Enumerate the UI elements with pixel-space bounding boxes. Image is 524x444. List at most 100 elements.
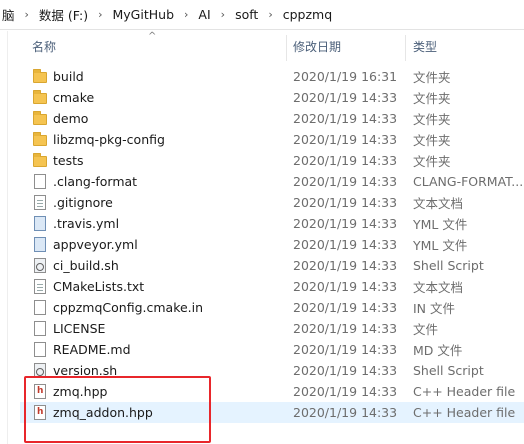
file-name: libzmq-pkg-config [53, 132, 165, 147]
column-header-row: ^ 名称 修改日期 类型 [20, 31, 524, 63]
text-file-icon [32, 194, 48, 211]
file-date-modified: 2020/1/19 14:33 [293, 384, 398, 399]
file-name: tests [53, 153, 84, 168]
folder-icon [32, 131, 48, 148]
file-name: CMakeLists.txt [53, 279, 145, 294]
file-row[interactable]: .gitignore 2020/1/19 14:33 文本文档 [20, 192, 524, 213]
file-type: 文本文档 [413, 196, 464, 211]
file-type: YML 文件 [413, 238, 468, 253]
shell-script-icon [32, 257, 48, 274]
file-name: .gitignore [53, 195, 113, 210]
column-divider[interactable] [405, 35, 406, 61]
folder-icon [32, 68, 48, 85]
file-row[interactable]: tests 2020/1/19 14:33 文件夹 [20, 150, 524, 171]
file-date-modified: 2020/1/19 14:33 [293, 258, 398, 273]
file-row[interactable]: libzmq-pkg-config 2020/1/19 14:33 文件夹 [20, 129, 524, 150]
file-row[interactable]: appveyor.yml 2020/1/19 14:33 YML 文件 [20, 234, 524, 255]
navigation-pane-edge [0, 31, 8, 444]
file-name: build [53, 69, 84, 84]
chevron-right-icon[interactable]: › [17, 8, 37, 21]
file-icon [32, 299, 48, 316]
file-type: MD 文件 [413, 343, 463, 358]
file-name: zmq_addon.hpp [53, 405, 153, 420]
file-type: 文件 [413, 322, 439, 337]
file-name: README.md [53, 342, 131, 357]
file-date-modified: 2020/1/19 14:33 [293, 321, 398, 336]
breadcrumb-drive-f[interactable]: 数据 (F:) [37, 5, 90, 24]
file-type: YML 文件 [413, 217, 468, 232]
file-row[interactable]: cmake 2020/1/19 14:33 文件夹 [20, 87, 524, 108]
file-date-modified: 2020/1/19 14:33 [293, 279, 398, 294]
file-row[interactable]: h zmq.hpp 2020/1/19 14:33 C++ Header file [20, 381, 524, 402]
file-icon [32, 173, 48, 190]
file-type: 文件夹 [413, 133, 451, 148]
chevron-right-icon[interactable]: › [176, 8, 196, 21]
file-row[interactable]: ci_build.sh 2020/1/19 14:33 Shell Script [20, 255, 524, 276]
file-row[interactable]: LICENSE 2020/1/19 14:33 文件 [20, 318, 524, 339]
file-name: zmq.hpp [53, 384, 108, 399]
file-name: ci_build.sh [53, 258, 119, 273]
file-date-modified: 2020/1/19 14:33 [293, 237, 398, 252]
file-type: 文件夹 [413, 112, 451, 127]
file-name: cmake [53, 90, 95, 105]
file-row[interactable]: .clang-format 2020/1/19 14:33 CLANG-FORMAT… [20, 171, 524, 192]
file-date-modified: 2020/1/19 14:33 [293, 342, 398, 357]
file-row[interactable]: .travis.yml 2020/1/19 14:33 YML 文件 [20, 213, 524, 234]
file-type: C++ Header file [413, 384, 516, 399]
file-type: CLANG-FORMAT... [413, 174, 524, 189]
file-type: C++ Header file [413, 405, 516, 420]
breadcrumb-soft[interactable]: soft [233, 7, 260, 22]
folder-icon [32, 152, 48, 169]
file-name: .clang-format [53, 174, 138, 189]
file-row[interactable]: version.sh 2020/1/19 14:33 Shell Script [20, 360, 524, 381]
file-date-modified: 2020/1/19 14:33 [293, 174, 398, 189]
file-row[interactable]: CMakeLists.txt 2020/1/19 14:33 文本文档 [20, 276, 524, 297]
text-file-icon [32, 278, 48, 295]
file-type: 文件夹 [413, 70, 451, 85]
file-row[interactable]: README.md 2020/1/19 14:33 MD 文件 [20, 339, 524, 360]
file-type: IN 文件 [413, 301, 456, 316]
yml-file-icon [32, 236, 48, 253]
breadcrumb-cppzmq[interactable]: cppzmq [281, 7, 334, 22]
file-name: cppzmqConfig.cmake.in [53, 300, 204, 315]
file-date-modified: 2020/1/19 14:33 [293, 195, 398, 210]
file-date-modified: 2020/1/19 14:33 [293, 153, 398, 168]
file-row[interactable]: demo 2020/1/19 14:33 文件夹 [20, 108, 524, 129]
file-date-modified: 2020/1/19 14:33 [293, 405, 398, 420]
file-name: appveyor.yml [53, 237, 138, 252]
file-type: 文本文档 [413, 280, 464, 295]
yml-file-icon [32, 215, 48, 232]
breadcrumb-this-pc[interactable]: 脑 [0, 5, 17, 24]
column-header-date-modified[interactable]: 修改日期 [293, 31, 341, 63]
file-row[interactable]: h zmq_addon.hpp 2020/1/19 14:33 C++ Header … [20, 402, 524, 423]
breadcrumb-mygithub[interactable]: MyGitHub [111, 7, 177, 22]
file-date-modified: 2020/1/19 14:33 [293, 111, 398, 126]
column-header-type[interactable]: 类型 [413, 31, 437, 63]
file-icon [32, 320, 48, 337]
shell-script-icon [32, 362, 48, 379]
file-type: 文件夹 [413, 91, 451, 106]
file-type: Shell Script [413, 363, 484, 378]
chevron-right-icon[interactable]: › [213, 8, 233, 21]
file-date-modified: 2020/1/19 14:33 [293, 132, 398, 147]
file-date-modified: 2020/1/19 14:33 [293, 363, 398, 378]
cpp-header-icon: h [32, 404, 48, 421]
breadcrumb: 脑 › 数据 (F:) › MyGitHub › AI › soft › cpp… [0, 0, 524, 30]
column-header-name[interactable]: 名称 [32, 31, 278, 63]
file-name: demo [53, 111, 89, 126]
breadcrumb-ai[interactable]: AI [196, 7, 212, 22]
folder-icon [32, 89, 48, 106]
file-date-modified: 2020/1/19 14:33 [293, 90, 398, 105]
file-row[interactable]: cppzmqConfig.cmake.in 2020/1/19 14:33 IN 文… [20, 297, 524, 318]
folder-icon [32, 110, 48, 127]
chevron-right-icon[interactable]: › [260, 8, 280, 21]
file-row[interactable]: build 2020/1/19 16:31 文件夹 [20, 66, 524, 87]
file-date-modified: 2020/1/19 16:31 [293, 69, 398, 84]
file-icon [32, 341, 48, 358]
file-type: Shell Script [413, 258, 484, 273]
file-type: 文件夹 [413, 154, 451, 169]
column-divider[interactable] [286, 35, 287, 61]
file-date-modified: 2020/1/19 14:33 [293, 300, 398, 315]
file-name: version.sh [53, 363, 118, 378]
chevron-right-icon[interactable]: › [90, 8, 110, 21]
